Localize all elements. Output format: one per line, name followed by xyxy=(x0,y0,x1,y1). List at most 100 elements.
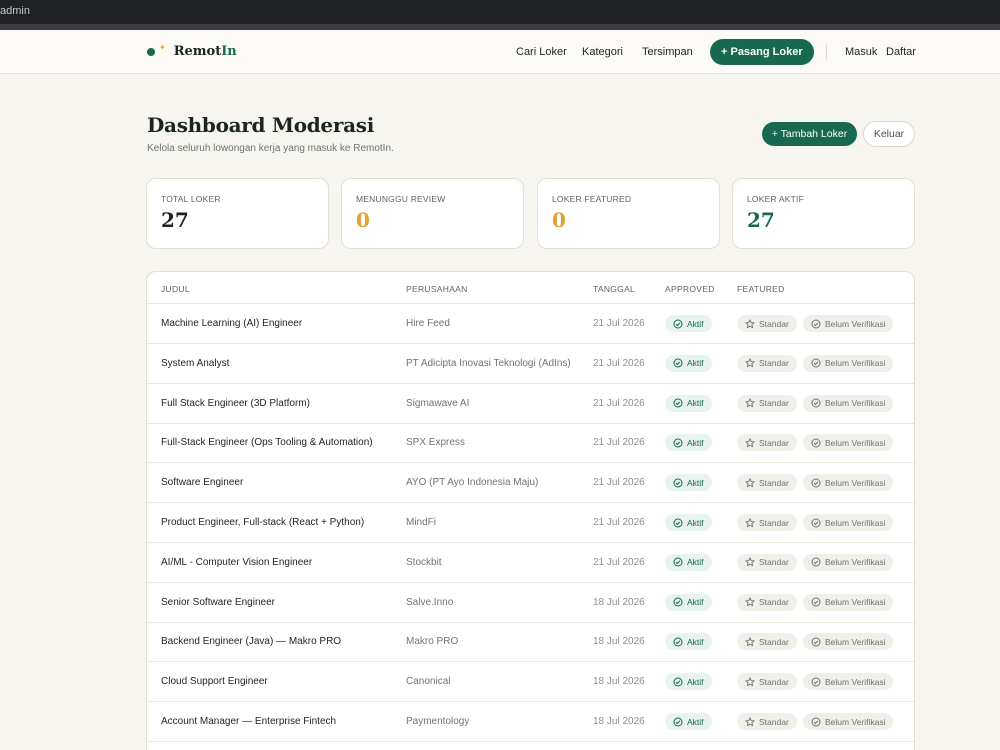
approved-badge[interactable]: Aktif xyxy=(665,434,712,452)
job-title[interactable]: Senior Software Engineer xyxy=(161,583,275,622)
add-job-button[interactable]: + Tambah Loker xyxy=(762,122,857,146)
job-title[interactable]: Full Stack Engineer (3D Platform) xyxy=(161,384,310,423)
featured-label: Standar xyxy=(759,318,789,329)
check-circle-icon xyxy=(811,557,821,567)
approved-badge[interactable]: Aktif xyxy=(665,713,712,730)
job-title[interactable]: Software Engineer xyxy=(161,463,243,502)
verify-label: Belum Verifikasi xyxy=(825,318,886,329)
featured-toggle[interactable]: Standar xyxy=(737,593,797,611)
job-title[interactable]: Cloud Support Engineer xyxy=(161,662,268,701)
table-row[interactable]: Cloud Support Engineer Canonical 18 Jul … xyxy=(147,662,914,703)
job-title[interactable]: Machine Learning (AI) Engineer xyxy=(161,304,302,343)
job-title[interactable]: Backend Engineer (Java) — Makro PRO xyxy=(161,622,341,661)
company-name: Makro PRO xyxy=(406,636,459,648)
approved-label: Aktif xyxy=(687,676,704,687)
approved-badge[interactable]: Aktif xyxy=(665,673,712,691)
verify-toggle[interactable]: Belum Verifikasi xyxy=(803,354,894,372)
check-circle-icon xyxy=(811,319,821,329)
site-logo[interactable]: ✦ RemotIn xyxy=(147,43,237,59)
verify-toggle[interactable]: Belum Verifikasi xyxy=(803,593,894,611)
featured-toggle[interactable]: Standar xyxy=(737,434,797,452)
job-title[interactable]: System Analyst xyxy=(161,344,229,383)
table-row[interactable]: Backend Engineer (Java) — Makro PRO Makr… xyxy=(147,622,914,663)
star-icon xyxy=(745,557,755,567)
check-circle-icon xyxy=(811,398,821,408)
approved-badge[interactable]: Aktif xyxy=(665,474,712,492)
table-row[interactable]: Senior Software Engineer Salve.Inno 18 J… xyxy=(147,583,914,623)
check-circle-icon xyxy=(673,557,683,567)
featured-label: Standar xyxy=(759,557,789,568)
verify-toggle[interactable]: Belum Verifikasi xyxy=(803,315,894,332)
company-name: Salve.Inno xyxy=(406,596,454,608)
nav-link-cari-loker[interactable]: Cari Loker xyxy=(516,46,567,58)
check-circle-icon xyxy=(673,478,683,488)
table-row[interactable]: Full-Stack Engineer (Ops Tooling & Autom… xyxy=(147,423,914,464)
nav-link-tersimpan[interactable]: Tersimpan xyxy=(642,46,693,58)
verify-toggle[interactable]: Belum Verifikasi xyxy=(803,553,894,571)
approved-badge[interactable]: Aktif xyxy=(665,514,712,531)
posted-date: 21 Jul 2026 xyxy=(593,318,645,329)
featured-toggle[interactable]: Standar xyxy=(737,394,797,412)
featured-toggle[interactable]: Standar xyxy=(737,673,797,691)
check-circle-icon xyxy=(811,717,821,727)
table-row[interactable]: AI/ML - Computer Vision Engineer Stockbi… xyxy=(147,543,914,583)
job-title[interactable]: AI/ML - Computer Vision Engineer xyxy=(161,543,312,582)
featured-toggle[interactable]: Standar xyxy=(737,633,797,651)
post-job-button[interactable]: + Pasang Loker xyxy=(710,39,814,65)
verify-toggle[interactable]: Belum Verifikasi xyxy=(803,673,894,691)
check-circle-icon xyxy=(811,478,821,488)
company-name: Sigmawave AI xyxy=(406,397,470,409)
approved-badge[interactable]: Aktif xyxy=(665,315,712,332)
verify-toggle[interactable]: Belum Verifikasi xyxy=(803,394,894,412)
company-name: PT Adicipta Inovasi Teknologi (AdIns) xyxy=(406,357,571,369)
approved-badge[interactable]: Aktif xyxy=(665,633,712,651)
featured-toggle[interactable]: Standar xyxy=(737,514,797,531)
featured-label: Standar xyxy=(759,676,789,687)
verify-toggle[interactable]: Belum Verifikasi xyxy=(803,514,894,531)
table-row[interactable]: Full Stack Engineer (3D Platform) Sigmaw… xyxy=(147,384,914,424)
featured-toggle[interactable]: Standar xyxy=(737,315,797,332)
approved-badge[interactable]: Aktif xyxy=(665,593,712,611)
verify-toggle[interactable]: Belum Verifikasi xyxy=(803,633,894,651)
job-title[interactable]: Product Engineer, Full-stack (React + Py… xyxy=(161,503,364,542)
featured-toggle[interactable]: Standar xyxy=(737,354,797,372)
star-icon xyxy=(745,438,755,448)
table-row[interactable]: Product Engineer, Full-stack (React + Py… xyxy=(147,503,914,543)
nav-link-kategori[interactable]: Kategori xyxy=(582,46,623,58)
job-title[interactable]: Account Manager — Enterprise Fintech xyxy=(161,702,336,741)
verify-label: Belum Verifikasi xyxy=(825,477,886,488)
table-row[interactable]: Software Engineer AYO (PT Ayo Indonesia … xyxy=(147,463,914,504)
job-title[interactable]: Full-Stack Engineer (Ops Tooling & Autom… xyxy=(161,423,373,462)
star-icon xyxy=(745,478,755,488)
approved-badge[interactable]: Aktif xyxy=(665,553,712,571)
login-link[interactable]: Masuk xyxy=(845,46,877,58)
table-row[interactable]: Account Manager — Enterprise Fintech Pay… xyxy=(147,702,914,742)
approved-badge[interactable]: Aktif xyxy=(665,354,712,372)
featured-toggle[interactable]: Standar xyxy=(737,713,797,730)
table-row[interactable]: System Analyst PT Adicipta Inovasi Tekno… xyxy=(147,344,914,384)
featured-toggle[interactable]: Standar xyxy=(737,474,797,492)
browser-tab-title[interactable]: admin xyxy=(0,5,30,17)
column-header-featured: FEATURED xyxy=(737,284,785,294)
approved-label: Aktif xyxy=(687,318,704,329)
verify-toggle[interactable]: Belum Verifikasi xyxy=(803,474,894,492)
star-icon xyxy=(745,677,755,687)
check-circle-icon xyxy=(811,677,821,687)
table-header: JUDUL PERUSAHAAN TANGGAL APPROVED FEATUR… xyxy=(147,272,914,304)
approved-label: Aktif xyxy=(687,398,704,409)
register-link[interactable]: Daftar xyxy=(886,46,916,58)
verify-label: Belum Verifikasi xyxy=(825,676,886,687)
table-row[interactable]: Machine Learning (AI) Engineer Hire Feed… xyxy=(147,304,914,344)
verify-toggle[interactable]: Belum Verifikasi xyxy=(803,713,894,730)
check-circle-icon xyxy=(811,518,821,528)
column-header-judul: JUDUL xyxy=(161,284,190,294)
page-title: Dashboard Moderasi xyxy=(147,113,375,137)
company-name: Stockbit xyxy=(406,556,442,568)
company-name: Hire Feed xyxy=(406,318,450,329)
featured-toggle[interactable]: Standar xyxy=(737,553,797,571)
stat-card-featured: LOKER FEATURED 0 xyxy=(537,178,720,249)
logout-button[interactable]: Keluar xyxy=(863,121,915,147)
verify-toggle[interactable]: Belum Verifikasi xyxy=(803,434,894,452)
featured-label: Standar xyxy=(759,517,789,528)
approved-badge[interactable]: Aktif xyxy=(665,394,712,412)
